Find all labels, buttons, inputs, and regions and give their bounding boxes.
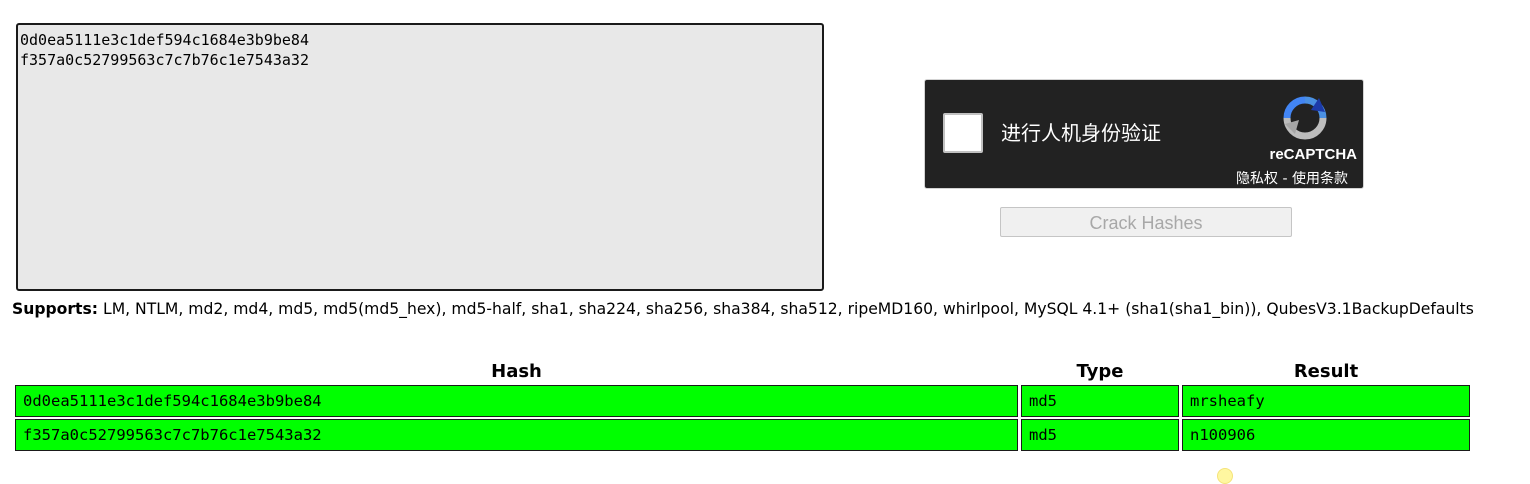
recaptcha-links: 隐私权 - 使用条款 <box>1236 168 1348 188</box>
row-hash: f357a0c52799563c7c7b76c1e7543a32 <box>15 419 1018 451</box>
terms-link[interactable]: 使用条款 <box>1292 171 1348 187</box>
link-separator: - <box>1278 171 1292 187</box>
recaptcha-brand: reCAPTCHA <box>1269 146 1357 163</box>
row-result: n100906 <box>1182 419 1470 451</box>
table-row: f357a0c52799563c7c7b76c1e7543a32 md5 n10… <box>15 419 1470 451</box>
row-hash: 0d0ea5111e3c1def594c1684e3b9be84 <box>15 385 1018 417</box>
hash-input[interactable]: 0d0ea5111e3c1def594c1684e3b9be84 f357a0c… <box>16 23 824 291</box>
supports-list: LM, NTLM, md2, md4, md5, md5(md5_hex), m… <box>98 300 1474 318</box>
privacy-link[interactable]: 隐私权 <box>1236 171 1278 187</box>
recaptcha-label: 进行人机身份验证 <box>1001 121 1161 145</box>
crack-hashes-button[interactable]: Crack Hashes <box>1000 207 1292 237</box>
header-hash: Hash <box>491 360 542 382</box>
row-result: mrsheafy <box>1182 385 1470 417</box>
results-header-row: Hash Type Result <box>15 359 1470 383</box>
header-result: Result <box>1293 360 1359 382</box>
header-type: Type <box>1076 360 1124 382</box>
table-row: 0d0ea5111e3c1def594c1684e3b9be84 md5 mrs… <box>15 385 1470 417</box>
supported-algorithms: Supports: LM, NTLM, md2, md4, md5, md5(m… <box>12 299 1502 320</box>
row-type: md5 <box>1021 385 1179 417</box>
recaptcha-widget: 进行人机身份验证 reCAPTCHA 隐私权 - 使用条款 <box>924 79 1364 189</box>
results-table: Hash Type Result 0d0ea5111e3c1def594c168… <box>12 357 1473 453</box>
recaptcha-checkbox[interactable] <box>943 113 983 153</box>
supports-heading: Supports: <box>12 300 99 318</box>
row-type: md5 <box>1021 419 1179 451</box>
recaptcha-logo-icon <box>1283 96 1327 140</box>
cursor-highlight <box>1217 468 1233 484</box>
